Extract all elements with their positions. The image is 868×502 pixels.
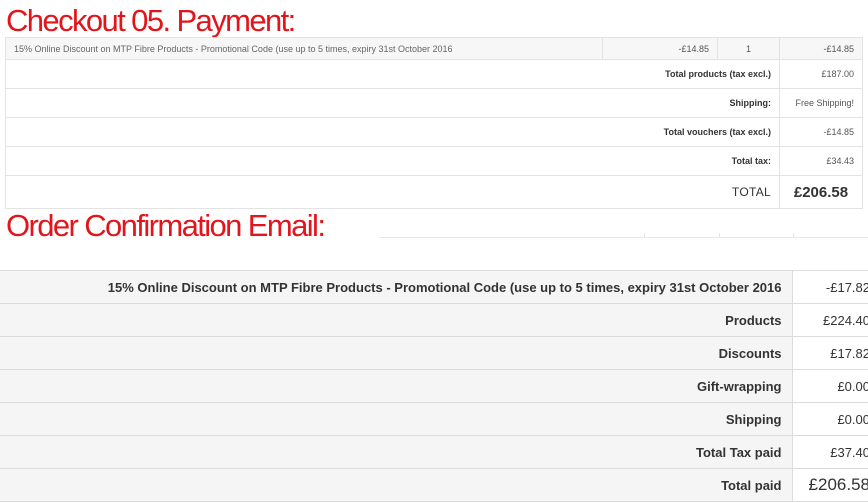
summary-value: £34.43 bbox=[779, 146, 863, 176]
voucher-unit-price: -£14.85 bbox=[602, 37, 718, 60]
summary-value: £187.00 bbox=[779, 59, 863, 89]
summary-label: Total tax: bbox=[5, 146, 780, 176]
email-row-products: Products £224.40 bbox=[0, 303, 868, 337]
voucher-total: -£14.85 bbox=[779, 37, 863, 60]
email-row-label: Shipping bbox=[0, 402, 792, 436]
email-row-label: Products bbox=[0, 303, 792, 337]
divider bbox=[719, 233, 720, 238]
summary-row-total-products: Total products (tax excl.) £187.00 bbox=[5, 59, 863, 89]
checkout-summary-table: 15% Online Discount on MTP Fibre Product… bbox=[5, 37, 863, 209]
summary-row-total-vouchers: Total vouchers (tax excl.) -£14.85 bbox=[5, 117, 863, 147]
email-row-label: Discounts bbox=[0, 336, 792, 370]
summary-value: Free Shipping! bbox=[779, 88, 863, 118]
email-row-value: £224.40 bbox=[791, 303, 868, 337]
email-summary-table: 15% Online Discount on MTP Fibre Product… bbox=[0, 270, 868, 502]
grand-total-value: £206.58 bbox=[779, 175, 863, 209]
email-row-value: £37.40 bbox=[791, 435, 868, 469]
email-row-value: -£17.82 bbox=[791, 270, 868, 304]
summary-label: Shipping: bbox=[5, 88, 780, 118]
summary-label: Total vouchers (tax excl.) bbox=[5, 117, 780, 147]
grand-total-label: TOTAL bbox=[5, 175, 780, 209]
email-row-gift-wrapping: Gift-wrapping £0.00 bbox=[0, 369, 868, 403]
email-row-label: Total Tax paid bbox=[0, 435, 792, 469]
divider bbox=[644, 233, 645, 238]
checkout-heading: Checkout 05. Payment: bbox=[6, 3, 296, 38]
voucher-row: 15% Online Discount on MTP Fibre Product… bbox=[5, 37, 863, 60]
summary-value: -£14.85 bbox=[779, 117, 863, 147]
email-heading: Order Confirmation Email: bbox=[6, 208, 326, 243]
summary-row-shipping: Shipping: Free Shipping! bbox=[5, 88, 863, 118]
email-row-discounts: Discounts £17.82 bbox=[0, 336, 868, 370]
email-row-value: £0.00 bbox=[791, 402, 868, 436]
email-row-total-paid: Total paid £206.58 bbox=[0, 468, 868, 502]
email-row-value: £206.58 bbox=[791, 468, 868, 502]
email-row-label: 15% Online Discount on MTP Fibre Product… bbox=[0, 270, 792, 304]
summary-row-grand-total: TOTAL £206.58 bbox=[5, 175, 863, 209]
email-row-label: Total paid bbox=[0, 468, 792, 502]
email-row-total-tax: Total Tax paid £37.40 bbox=[0, 435, 868, 469]
summary-label: Total products (tax excl.) bbox=[5, 59, 780, 89]
divider bbox=[793, 233, 794, 238]
email-row-shipping: Shipping £0.00 bbox=[0, 402, 868, 436]
voucher-quantity: 1 bbox=[717, 37, 780, 60]
email-row-value: £0.00 bbox=[791, 369, 868, 403]
email-row-voucher: 15% Online Discount on MTP Fibre Product… bbox=[0, 270, 868, 304]
voucher-description: 15% Online Discount on MTP Fibre Product… bbox=[5, 37, 603, 60]
summary-row-total-tax: Total tax: £34.43 bbox=[5, 146, 863, 176]
divider bbox=[380, 237, 868, 238]
email-row-value: £17.82 bbox=[791, 336, 868, 370]
email-row-label: Gift-wrapping bbox=[0, 369, 792, 403]
